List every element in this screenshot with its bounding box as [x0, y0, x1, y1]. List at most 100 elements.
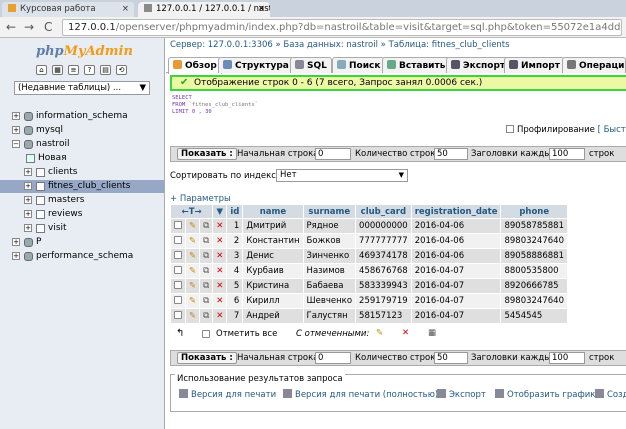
phpmyadmin-logo[interactable]: phpMyAdmin	[36, 44, 133, 59]
create-view-link[interactable]: Созд	[595, 389, 626, 400]
check-all-checkbox[interactable]	[202, 330, 210, 338]
breadcrumb[interactable]: Сервер: 127.0.0.1:3306 » База данных: na…	[166, 38, 626, 53]
expand-icon[interactable]: +	[24, 196, 32, 204]
tab-operations[interactable]: Операции	[562, 57, 626, 73]
edit-icon[interactable]: ✎	[189, 266, 196, 276]
reload-nav-icon[interactable]: ⟲	[116, 65, 127, 75]
close-tab-icon[interactable]: ×	[258, 4, 265, 14]
edit-icon[interactable]: ✎	[189, 251, 196, 261]
export-link[interactable]: Экспорт	[437, 389, 486, 400]
edit-icon[interactable]: ✎	[189, 236, 196, 246]
column-header-id[interactable]: id	[227, 205, 243, 218]
start-row-input[interactable]: 0	[315, 352, 351, 364]
headers-every-input[interactable]: 100	[549, 148, 585, 160]
docs-icon[interactable]: ?	[84, 65, 95, 75]
options-link[interactable]: + Параметры	[170, 194, 231, 204]
expand-icon[interactable]: +	[12, 238, 20, 246]
tab-insert[interactable]: Вставить	[382, 57, 451, 73]
copy-icon[interactable]: ⧉	[203, 251, 209, 261]
tab-search[interactable]: Поиск	[332, 57, 386, 73]
query-window-icon[interactable]: ≡	[68, 65, 79, 75]
print-view-full-link[interactable]: Версия для печати (полностью)	[283, 389, 438, 400]
close-tab-icon[interactable]: ×	[122, 4, 129, 14]
tree-item-masters[interactable]: + masters	[0, 194, 164, 207]
edit-icon[interactable]: ✎	[189, 281, 196, 291]
settings-icon[interactable]: ▤	[100, 65, 111, 75]
profiling-option[interactable]: Профилирование [ Быстра	[506, 125, 626, 135]
delete-icon[interactable]: ✕	[216, 281, 223, 291]
check-all-label[interactable]: Отметить все	[216, 329, 277, 339]
tree-item-visit[interactable]: + visit	[0, 222, 164, 235]
forward-icon[interactable]: →	[24, 20, 34, 34]
column-header-surname[interactable]: surname	[303, 205, 356, 218]
tree-item-p[interactable]: + P	[0, 236, 164, 249]
row-checkbox[interactable]	[174, 266, 182, 274]
row-count-input[interactable]: 50	[434, 352, 468, 364]
expand-icon[interactable]: +	[24, 182, 32, 190]
reload-icon[interactable]: C	[44, 20, 52, 34]
column-header-club-card[interactable]: club_card	[356, 205, 411, 218]
show-button[interactable]: Показать :	[177, 352, 237, 364]
edit-icon[interactable]: ✎	[189, 296, 196, 306]
browser-tab-phpmyadmin[interactable]: 127.0.0.1 / 127.0.0.1 / nast ×	[138, 2, 270, 17]
copy-icon[interactable]: ⧉	[203, 266, 209, 276]
copy-icon[interactable]: ⧉	[203, 236, 209, 246]
tree-item-reviews[interactable]: + reviews	[0, 208, 164, 221]
column-header-phone[interactable]: phone	[501, 205, 567, 218]
sort-arrow[interactable]: ▼	[213, 205, 227, 218]
column-header-registration-date[interactable]: registration_date	[411, 205, 501, 218]
tree-item-fitnes-club-clients[interactable]: + fitnes_club_clients	[0, 180, 164, 193]
row-checkbox[interactable]	[174, 296, 182, 304]
address-bar[interactable]: 127.0.0.1/openserver/phpmyadmin/index.ph…	[62, 19, 622, 36]
display-chart-link[interactable]: Отобразить график	[495, 389, 595, 400]
tree-item-mysql[interactable]: + mysql	[0, 124, 164, 137]
profiling-checkbox[interactable]	[506, 125, 514, 133]
show-button[interactable]: Показать :	[177, 148, 237, 160]
expand-icon[interactable]: +	[12, 252, 20, 260]
tab-import[interactable]: Импорт	[504, 57, 565, 73]
print-view-link[interactable]: Версия для печати	[179, 389, 276, 400]
delete-icon[interactable]: ✕	[216, 266, 223, 276]
start-row-input[interactable]: 0	[315, 148, 351, 160]
back-icon[interactable]: ←	[6, 20, 16, 34]
row-count-input[interactable]: 50	[434, 148, 468, 160]
column-header-name[interactable]: name	[243, 205, 303, 218]
edit-selected-icon[interactable]: ✎	[376, 328, 383, 338]
edit-icon[interactable]: ✎	[189, 311, 196, 321]
delete-icon[interactable]: ✕	[216, 311, 223, 321]
tab-sql[interactable]: SQL	[290, 57, 332, 73]
export-selected-icon[interactable]: ▦	[428, 328, 436, 338]
tab-structure[interactable]: Структура	[218, 57, 294, 73]
delete-icon[interactable]: ✕	[216, 221, 223, 231]
tab-browse[interactable]: Обзор	[168, 57, 222, 74]
logout-icon[interactable]: ▦	[52, 65, 63, 75]
expand-icon[interactable]: +	[24, 224, 32, 232]
row-checkbox[interactable]	[174, 251, 182, 259]
delete-icon[interactable]: ✕	[216, 236, 223, 246]
row-checkbox[interactable]	[174, 236, 182, 244]
column-arrows[interactable]: ←T→	[171, 205, 213, 218]
edit-icon[interactable]: ✎	[189, 221, 196, 231]
delete-selected-icon[interactable]: ✕	[402, 328, 409, 338]
tree-item-new-table[interactable]: Новая	[0, 152, 164, 165]
delete-icon[interactable]: ✕	[216, 296, 223, 306]
copy-icon[interactable]: ⧉	[203, 281, 209, 291]
sort-index-select[interactable]: Нет ▼	[276, 169, 408, 182]
tree-item-information-schema[interactable]: + information_schema	[0, 110, 164, 123]
collapse-icon[interactable]: −	[12, 140, 20, 148]
expand-icon[interactable]: +	[12, 112, 20, 120]
tree-item-performance-schema[interactable]: + performance_schema	[0, 250, 164, 263]
home-icon[interactable]: ⌂	[36, 65, 47, 75]
headers-every-input[interactable]: 100	[549, 352, 585, 364]
tree-item-nastroil[interactable]: − nastroil	[0, 138, 164, 151]
copy-icon[interactable]: ⧉	[203, 311, 209, 321]
expand-icon[interactable]: +	[12, 126, 20, 134]
expand-icon[interactable]: +	[24, 210, 32, 218]
tab-export[interactable]: Экспорт	[446, 57, 511, 73]
row-checkbox[interactable]	[174, 281, 182, 289]
delete-icon[interactable]: ✕	[216, 251, 223, 261]
browser-tab-coursework[interactable]: Курсовая работа ×	[2, 2, 134, 17]
recent-tables-select[interactable]: (Недавние таблицы) ... ▼	[14, 81, 150, 95]
tree-item-clients[interactable]: + clients	[0, 166, 164, 179]
copy-icon[interactable]: ⧉	[203, 296, 209, 306]
